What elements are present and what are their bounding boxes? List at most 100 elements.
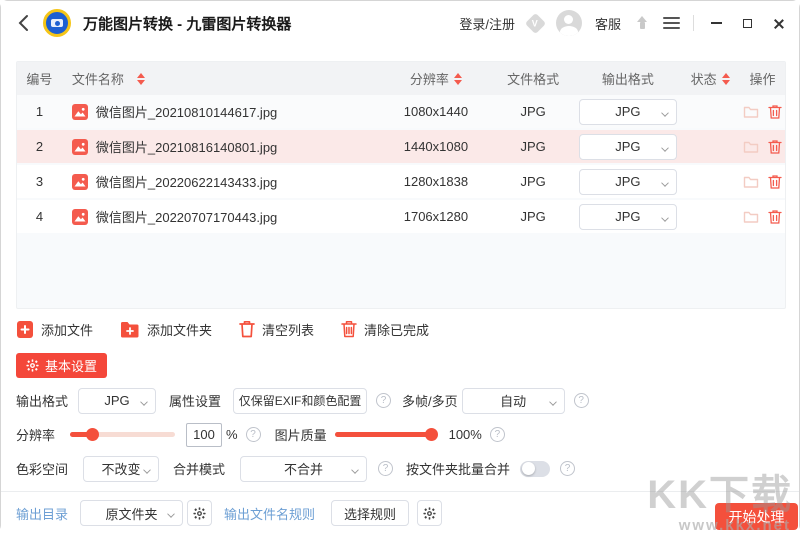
app-title: 万能图片转换 - 九雷图片转换器 [83,13,291,34]
help-icon[interactable] [246,427,261,442]
avatar[interactable] [556,10,582,36]
batch-merge-toggle[interactable] [520,461,550,477]
table-header: 编号 文件名称 分辨率 文件格式 输出格式 状态 操作 [17,62,785,95]
row-output-format-select[interactable]: JPG [579,169,677,195]
slider-handle[interactable] [425,428,438,441]
row-index: 1 [17,104,62,119]
file-name: 微信图片_20210810144617.jpg [96,102,277,121]
row-index: 3 [17,174,62,189]
help-icon[interactable] [376,393,391,408]
file-format: JPG [491,104,576,119]
table-row[interactable]: 4 微信图片_20220707170443.jpg 1706x1280 JPG … [17,200,785,233]
image-file-icon [72,174,88,190]
add-folder-icon [120,321,140,338]
maximize-button[interactable] [738,14,756,32]
sort-icon[interactable] [137,73,145,85]
col-status[interactable]: 状态 [680,69,740,88]
table-row[interactable]: 1 微信图片_20210810144617.jpg 1080x1440 JPG … [17,95,785,128]
col-operation: 操作 [740,69,785,88]
start-processing-button[interactable]: 开始处理 [715,503,798,530]
image-file-icon [72,209,88,225]
minimize-button[interactable] [707,14,725,32]
clear-list-button[interactable]: 清空列表 [239,320,314,339]
slider-handle[interactable] [86,428,99,441]
gear-icon [193,507,206,520]
table-row[interactable]: 2 微信图片_20210816140801.jpg 1440x1080 JPG … [17,130,785,163]
multiframe-label: 多帧/多页 [402,391,458,410]
file-format: JPG [491,139,576,154]
customer-service-link[interactable]: 客服 [595,14,621,33]
help-icon[interactable] [490,427,505,442]
file-table: 编号 文件名称 分辨率 文件格式 输出格式 状态 操作 1 微信图片_20210… [16,61,786,309]
close-button[interactable] [769,14,787,32]
attr-settings-label: 属性设置 [169,391,221,410]
row-output-format-select[interactable]: JPG [579,99,677,125]
file-resolution: 1440x1080 [381,139,491,154]
attr-settings-select[interactable]: 仅保留EXIF和颜色配置 [233,388,367,414]
delete-row-icon[interactable] [768,209,782,225]
multiframe-select[interactable]: 自动 [462,388,565,414]
output-dir-label: 输出目录 [16,504,68,523]
resolution-input[interactable] [186,423,222,447]
clear-list-icon [239,320,255,338]
file-format: JPG [491,209,576,224]
file-format: JPG [491,174,576,189]
resolution-slider[interactable] [70,432,175,437]
select-rule-button[interactable]: 选择规则 [331,500,409,526]
menu-icon[interactable] [663,17,680,30]
login-register-link[interactable]: 登录/注册 [459,14,515,33]
vip-badge-icon[interactable]: V [525,12,546,33]
open-folder-icon[interactable] [743,175,759,189]
sort-icon[interactable] [722,73,730,85]
output-dir-select[interactable]: 原文件夹 [80,500,183,526]
add-folder-button[interactable]: 添加文件夹 [120,320,212,339]
resolution-label: 分辨率 [16,425,55,444]
image-file-icon [72,104,88,120]
delete-row-icon[interactable] [768,139,782,155]
delete-row-icon[interactable] [768,174,782,190]
row-index: 4 [17,209,62,224]
file-resolution: 1280x1838 [381,174,491,189]
open-folder-icon[interactable] [743,105,759,119]
help-icon[interactable] [574,393,589,408]
row-output-format-select[interactable]: JPG [579,204,677,230]
delete-row-icon[interactable] [768,104,782,120]
table-row[interactable]: 3 微信图片_20220622143433.jpg 1280x1838 JPG … [17,165,785,198]
upgrade-icon[interactable] [634,15,650,31]
output-dir-settings-button[interactable] [187,500,212,526]
name-rule-settings-button[interactable] [417,500,442,526]
name-rule-label: 输出文件名规则 [224,504,315,523]
quality-slider[interactable] [335,432,432,437]
col-no: 编号 [17,69,62,88]
help-icon[interactable] [378,461,393,476]
settings-row-format: 输出格式 JPG 属性设置 仅保留EXIF和颜色配置 多帧/多页 自动 [16,387,784,414]
colorspace-select[interactable]: 不改变 [83,456,159,482]
add-file-icon [16,320,34,339]
open-folder-icon[interactable] [743,140,759,154]
titlebar-divider [693,15,694,31]
file-resolution: 1080x1440 [381,104,491,119]
row-index: 2 [17,139,62,154]
col-resolution[interactable]: 分辨率 [381,69,491,88]
col-name[interactable]: 文件名称 [62,69,381,88]
file-name: 微信图片_20220622143433.jpg [96,172,277,191]
merge-mode-select[interactable]: 不合并 [240,456,367,482]
clear-completed-button[interactable]: 清除已完成 [341,320,429,339]
resolution-unit: % [226,427,238,442]
titlebar: 万能图片转换 - 九雷图片转换器 登录/注册 V 客服 [1,1,799,45]
sort-icon[interactable] [454,73,462,85]
file-resolution: 1706x1280 [381,209,491,224]
quality-label: 图片质量 [275,425,327,444]
footer-bar: 输出目录 原文件夹 输出文件名规则 选择规则 [1,491,799,534]
file-name: 微信图片_20220707170443.jpg [96,207,277,226]
output-format-select[interactable]: JPG [78,388,156,414]
add-file-button[interactable]: 添加文件 [16,320,93,339]
basic-settings-button[interactable]: 基本设置 [16,353,107,378]
col-format: 文件格式 [491,69,576,88]
help-icon[interactable] [560,461,575,476]
back-button[interactable] [13,13,33,33]
open-folder-icon[interactable] [743,210,759,224]
settings-row-merge: 色彩空间 不改变 合并模式 不合并 按文件夹批量合并 [16,455,784,482]
file-name: 微信图片_20210816140801.jpg [96,137,277,156]
row-output-format-select[interactable]: JPG [579,134,677,160]
